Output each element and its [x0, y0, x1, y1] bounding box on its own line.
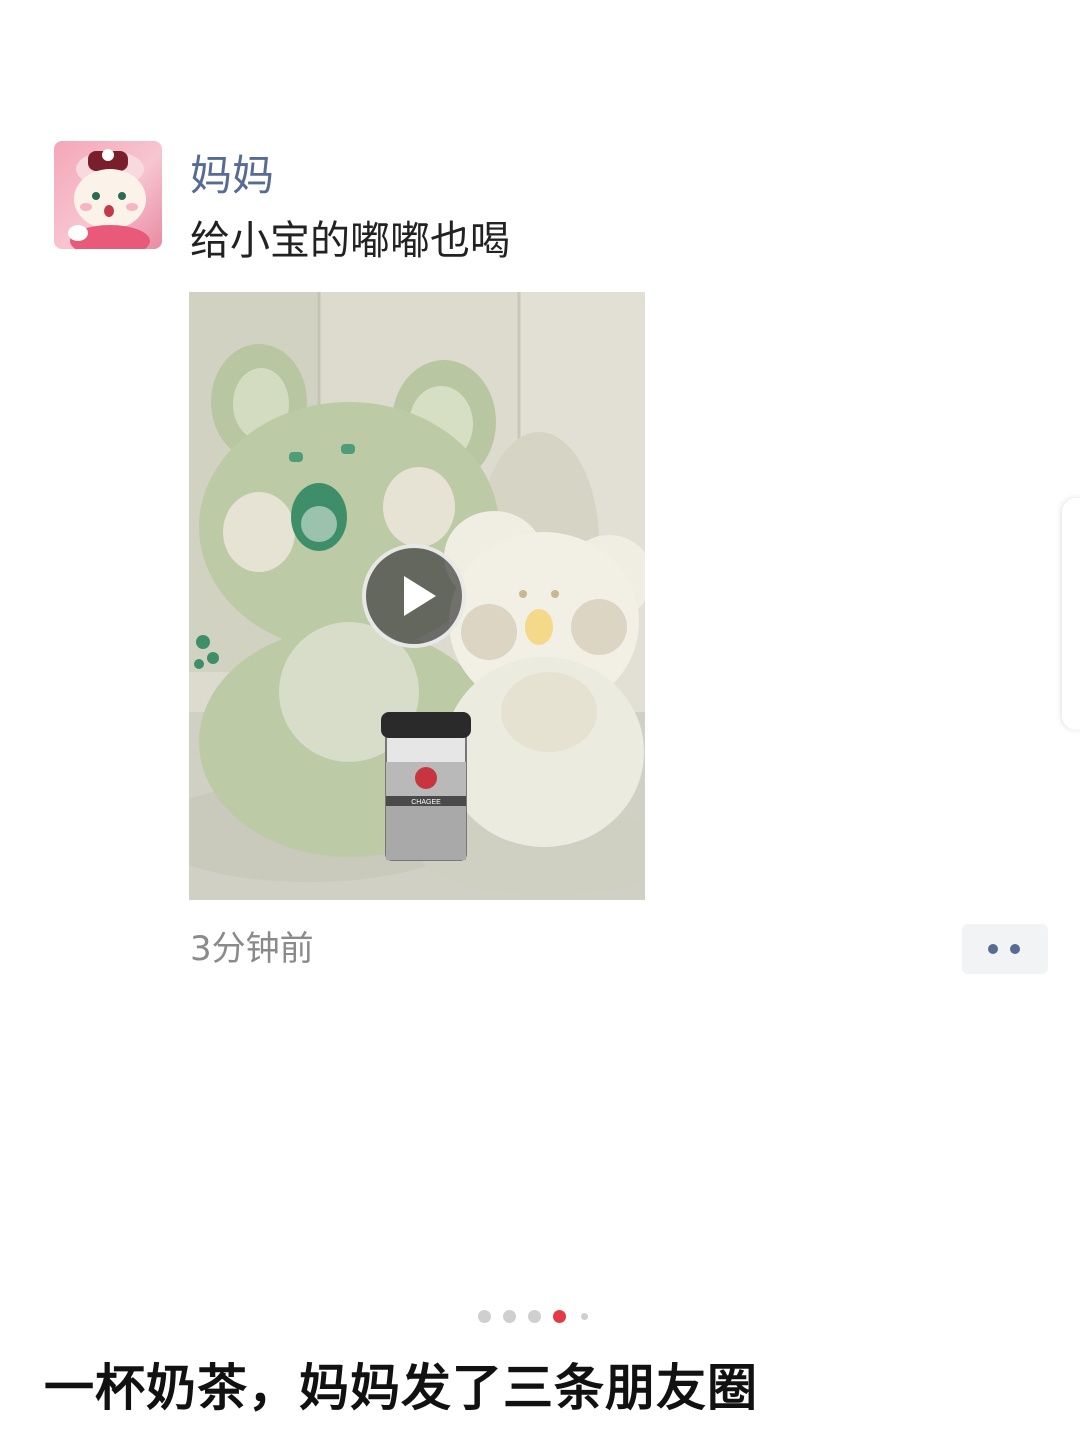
play-button[interactable] [362, 544, 466, 648]
avatar-character-icon [68, 149, 150, 249]
post-video[interactable]: CHAGEE [189, 292, 645, 900]
page-dot-3[interactable] [528, 1310, 541, 1323]
moments-post: 妈妈 给小宝的嘟嘟也喝 CHAGEE 3分钟前 [0, 0, 1080, 1290]
more-dot-icon [1010, 944, 1020, 954]
more-dot-icon [988, 944, 998, 954]
slide-caption: 一杯奶茶，妈妈发了三条朋友圈 [44, 1359, 758, 1417]
play-icon [404, 576, 436, 616]
post-text: 给小宝的嘟嘟也喝 [190, 218, 510, 264]
page-dot-4-active[interactable] [553, 1310, 566, 1323]
post-author-name[interactable]: 妈妈 [190, 150, 274, 202]
edge-scroll-handle[interactable] [1062, 498, 1080, 730]
page-dot-2[interactable] [503, 1310, 516, 1323]
page-indicator [0, 1310, 1080, 1324]
cup-label: CHAGEE [411, 799, 441, 806]
page-dot-5[interactable] [581, 1313, 588, 1320]
more-options-button[interactable] [962, 924, 1048, 974]
post-timestamp: 3分钟前 [190, 929, 314, 969]
avatar[interactable] [54, 141, 162, 249]
page-dot-1[interactable] [478, 1310, 491, 1323]
